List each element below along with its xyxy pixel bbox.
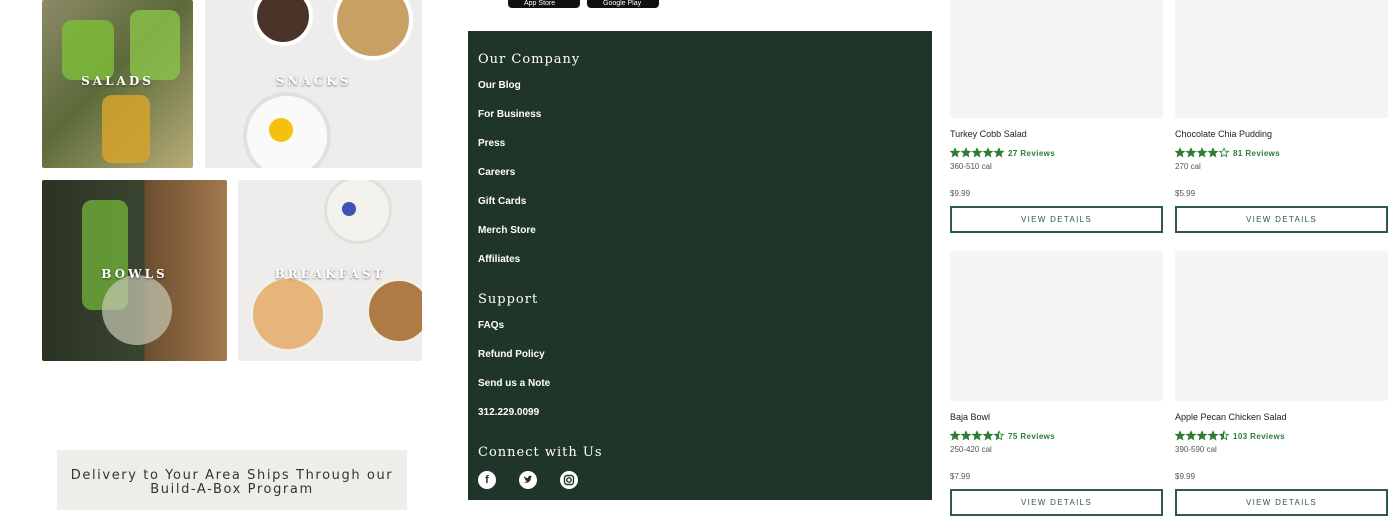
star-full-icon (971, 147, 983, 158)
footer-link-affiliates[interactable]: Affiliates (478, 254, 520, 265)
product-image[interactable] (1175, 0, 1388, 118)
rating-stars (1175, 430, 1231, 441)
calories: 270 cal (1175, 162, 1201, 171)
product-name[interactable]: Chocolate Chia Pudding (1175, 129, 1272, 139)
product-image[interactable] (1175, 251, 1388, 401)
star-full-icon (1175, 147, 1186, 158)
star-full-icon (960, 147, 972, 158)
reviews-link[interactable]: 75 Reviews (1008, 432, 1055, 441)
view-details-button[interactable]: VIEW DETAILS (1175, 489, 1388, 516)
star-half-icon (1218, 430, 1230, 441)
company-heading: Our Company (478, 52, 581, 67)
breakfast-bowl-image (250, 276, 326, 352)
star-full-icon (993, 147, 1005, 158)
category-label: SNACKS (275, 74, 352, 88)
site-footer: App Store Google Play Our Company Our Bl… (468, 0, 932, 500)
product-name[interactable]: Turkey Cobb Salad (950, 129, 1027, 139)
product-image[interactable] (950, 251, 1163, 401)
star-full-icon (950, 430, 961, 441)
rating-stars (950, 147, 1006, 158)
berry-image (342, 202, 356, 216)
category-tile-snacks[interactable]: SNACKS (205, 0, 422, 168)
jar-image (102, 95, 150, 163)
connect-heading: Connect with Us (478, 445, 603, 460)
star-half-icon (993, 430, 1005, 441)
footer-link-careers[interactable]: Careers (478, 167, 515, 178)
product-name[interactable]: Baja Bowl (950, 412, 990, 422)
twitter-icon[interactable] (519, 471, 537, 489)
footer-link-faqs[interactable]: FAQs (478, 320, 504, 331)
star-full-icon (982, 147, 994, 158)
facebook-icon[interactable]: f (478, 471, 496, 489)
view-details-button[interactable]: VIEW DETAILS (1175, 206, 1388, 233)
app-store-label: App Store (524, 0, 556, 7)
calories: 250-420 cal (950, 445, 992, 454)
star-full-icon (960, 430, 972, 441)
snack-bowl-image (333, 0, 413, 60)
price: $9.99 (950, 189, 971, 198)
breakfast-bowl-image (324, 180, 392, 244)
star-empty-icon (1218, 147, 1230, 158)
category-label: BREAKFAST (274, 267, 386, 281)
category-label: SALADS (81, 74, 154, 88)
star-full-icon (1185, 147, 1197, 158)
rating-stars (950, 430, 1006, 441)
breakfast-bowl-image (366, 278, 422, 344)
reviews-link[interactable]: 27 Reviews (1008, 149, 1055, 158)
delivery-banner: Delivery to Your Area Ships Through our … (57, 450, 407, 510)
app-store-badge[interactable]: App Store (508, 0, 580, 8)
footer-link-press[interactable]: Press (478, 138, 505, 149)
star-full-icon (1175, 430, 1186, 441)
rating-stars (1175, 147, 1231, 158)
footer-link-phone[interactable]: 312.229.0099 (478, 407, 539, 418)
star-full-icon (1196, 147, 1208, 158)
reviews-link[interactable]: 81 Reviews (1233, 149, 1280, 158)
view-details-button[interactable]: VIEW DETAILS (950, 206, 1163, 233)
star-full-icon (1207, 147, 1219, 158)
star-full-icon (971, 430, 983, 441)
instagram-icon[interactable] (560, 471, 578, 489)
product-card[interactable]: Chocolate Chia Pudding 81 Reviews 270 ca… (1175, 0, 1388, 234)
footer-link-refund[interactable]: Refund Policy (478, 349, 545, 360)
price: $5.99 (1175, 189, 1196, 198)
footer-link-note[interactable]: Send us a Note (478, 378, 550, 389)
delivery-banner-text: Delivery to Your Area Ships Through our … (70, 468, 394, 497)
footer-link-business[interactable]: For Business (478, 109, 541, 120)
jar-image (130, 10, 180, 80)
price: $9.99 (1175, 472, 1196, 481)
footer-link-blog[interactable]: Our Blog (478, 80, 521, 91)
star-full-icon (1185, 430, 1197, 441)
mango-image (269, 118, 293, 142)
calories: 360-510 cal (950, 162, 992, 171)
product-card[interactable]: Baja Bowl 75 Reviews 250-420 cal $7.99 V… (950, 251, 1163, 516)
product-card[interactable]: Turkey Cobb Salad 27 Reviews 360-510 cal… (950, 0, 1163, 234)
footer-link-gift-cards[interactable]: Gift Cards (478, 196, 526, 207)
category-tile-salads[interactable]: SALADS (42, 0, 193, 168)
star-full-icon (982, 430, 994, 441)
google-play-label: Google Play (603, 0, 642, 7)
star-full-icon (950, 147, 961, 158)
footer-link-merch[interactable]: Merch Store (478, 225, 536, 236)
app-badge-bar: App Store Google Play (468, 0, 932, 31)
calories: 390-590 cal (1175, 445, 1217, 454)
jar-image (62, 20, 114, 80)
google-play-badge[interactable]: Google Play (587, 0, 659, 8)
product-card[interactable]: Apple Pecan Chicken Salad 103 Reviews 39… (1175, 251, 1388, 516)
star-full-icon (1196, 430, 1208, 441)
price: $7.99 (950, 472, 971, 481)
bowl-image (102, 275, 172, 345)
reviews-link[interactable]: 103 Reviews (1233, 432, 1285, 441)
category-tile-bowls[interactable]: BOWLS (42, 180, 227, 361)
view-details-button[interactable]: VIEW DETAILS (950, 489, 1163, 516)
category-label: BOWLS (101, 267, 168, 281)
star-full-icon (1207, 430, 1219, 441)
snack-bowl-image (253, 0, 313, 46)
product-image[interactable] (950, 0, 1163, 118)
category-tile-breakfast[interactable]: BREAKFAST (238, 180, 422, 361)
support-heading: Support (478, 292, 539, 307)
product-name[interactable]: Apple Pecan Chicken Salad (1175, 412, 1287, 422)
